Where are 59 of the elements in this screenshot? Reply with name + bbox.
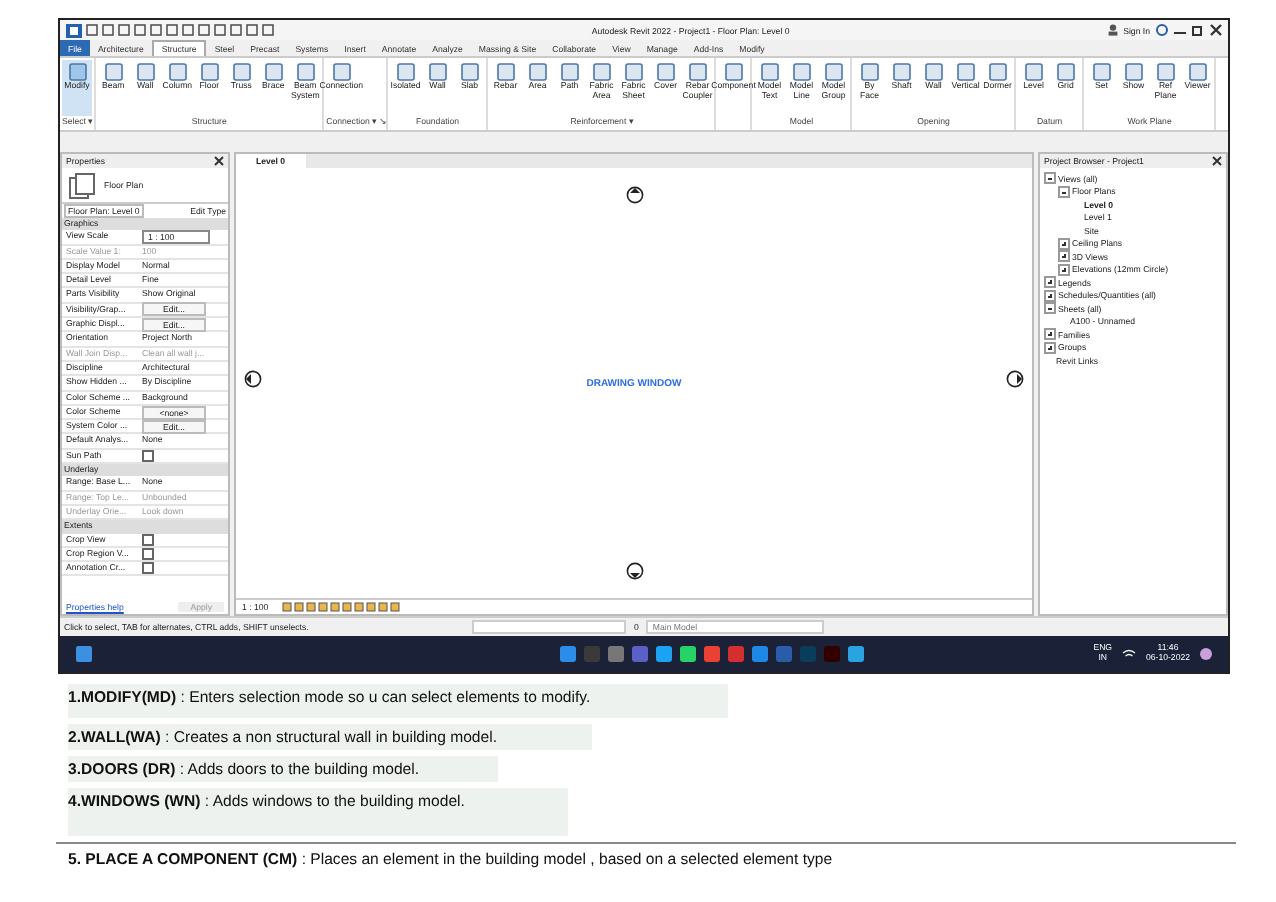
square-icon (495, 62, 516, 82)
notification-icon[interactable] (1200, 648, 1212, 660)
expand-toggle[interactable] (1058, 237, 1070, 250)
expand-toggle[interactable] (1058, 185, 1070, 198)
square-icon (459, 62, 480, 82)
square-icon (395, 62, 416, 82)
square-icon (891, 62, 912, 82)
expand-toggle[interactable] (1044, 302, 1056, 315)
wifi-icon[interactable] (1122, 648, 1137, 660)
square-icon (427, 62, 448, 82)
square-icon (331, 62, 352, 82)
square-icon (723, 62, 744, 82)
square-icon (791, 62, 812, 82)
square-icon (1091, 62, 1112, 82)
square-icon (859, 62, 880, 82)
status-field[interactable] (472, 620, 626, 634)
help-icon[interactable] (1156, 24, 1168, 36)
square-icon (135, 62, 156, 82)
square-icon (527, 62, 548, 82)
elevation-marker[interactable] (1006, 370, 1025, 389)
square-icon (231, 62, 252, 82)
restore-icon[interactable] (1192, 24, 1204, 36)
user-icon (1107, 24, 1118, 36)
square-icon (823, 62, 844, 82)
close-icon[interactable] (1210, 24, 1222, 36)
expand-toggle[interactable] (1044, 276, 1056, 289)
square-icon (1023, 62, 1044, 82)
elevation-marker[interactable] (243, 370, 262, 389)
elevation-marker[interactable] (626, 185, 645, 204)
expand-toggle[interactable] (1044, 341, 1056, 354)
square-icon (1187, 62, 1208, 82)
square-icon (1123, 62, 1144, 82)
elevation-marker[interactable] (626, 562, 645, 581)
square-icon (923, 62, 944, 82)
expand-toggle[interactable] (1058, 250, 1070, 263)
expand-toggle[interactable] (1058, 263, 1070, 276)
square-icon (103, 62, 124, 82)
square-icon (263, 62, 284, 82)
checkbox[interactable] (142, 562, 154, 575)
square-icon (295, 62, 316, 82)
close-icon[interactable] (1212, 156, 1222, 166)
square-icon (1055, 62, 1076, 82)
square-icon (199, 62, 220, 82)
square-icon (167, 62, 188, 82)
square-icon (987, 62, 1008, 82)
square-icon (591, 62, 612, 82)
square-icon (1155, 62, 1176, 82)
square-icon (559, 62, 580, 82)
close-icon[interactable] (214, 156, 224, 166)
square-icon (623, 62, 644, 82)
square-icon (687, 62, 708, 82)
square-icon (955, 62, 976, 82)
square-icon (655, 62, 676, 82)
square-icon (759, 62, 780, 82)
expand-toggle[interactable] (1044, 289, 1056, 302)
expand-toggle[interactable] (1044, 172, 1056, 185)
floor-plan-icon (68, 171, 96, 199)
expand-toggle[interactable] (1044, 328, 1056, 341)
square-icon (67, 62, 87, 82)
